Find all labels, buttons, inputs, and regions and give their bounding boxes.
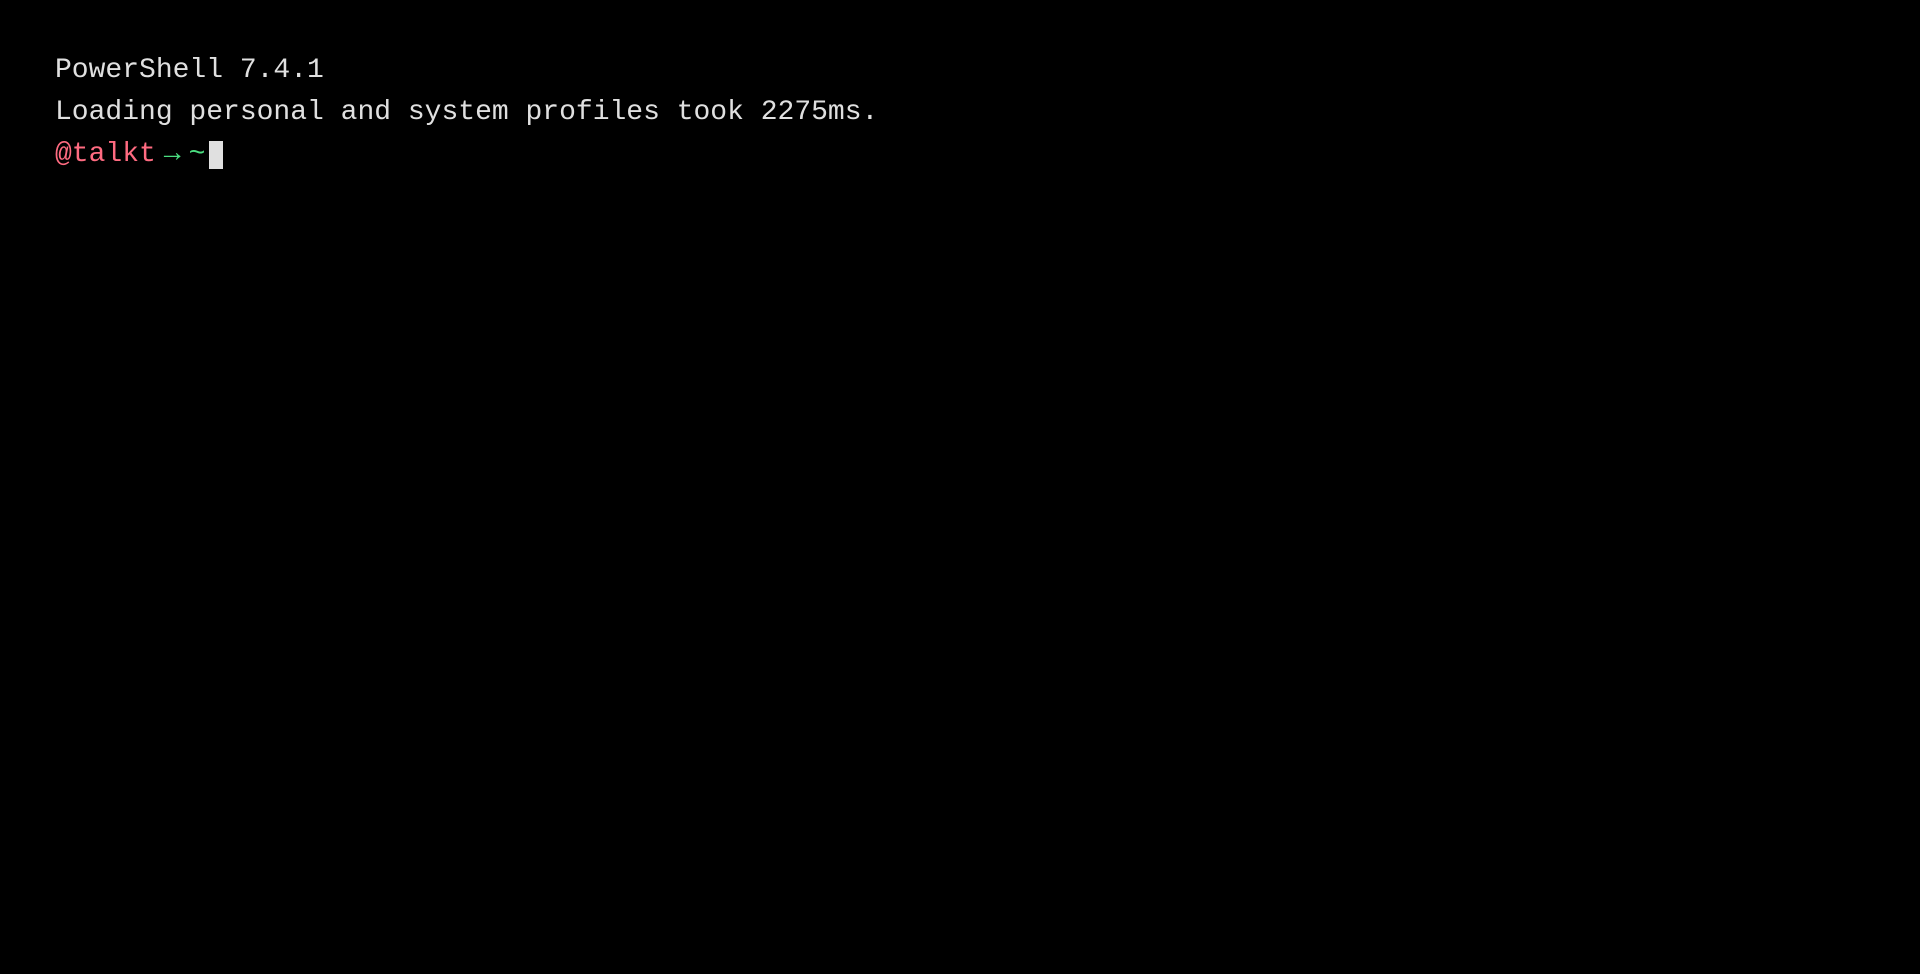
version-line: PowerShell 7.4.1 xyxy=(55,50,1865,92)
prompt-line: @talkt → ~ xyxy=(55,134,1865,176)
prompt-user: @talkt xyxy=(55,134,156,176)
cursor-block xyxy=(209,141,223,169)
prompt-directory: ~ xyxy=(189,134,206,176)
terminal-window[interactable]: PowerShell 7.4.1 Loading personal and sy… xyxy=(0,0,1920,974)
prompt-arrow: → xyxy=(164,134,181,176)
loading-line: Loading personal and system profiles too… xyxy=(55,92,1865,134)
